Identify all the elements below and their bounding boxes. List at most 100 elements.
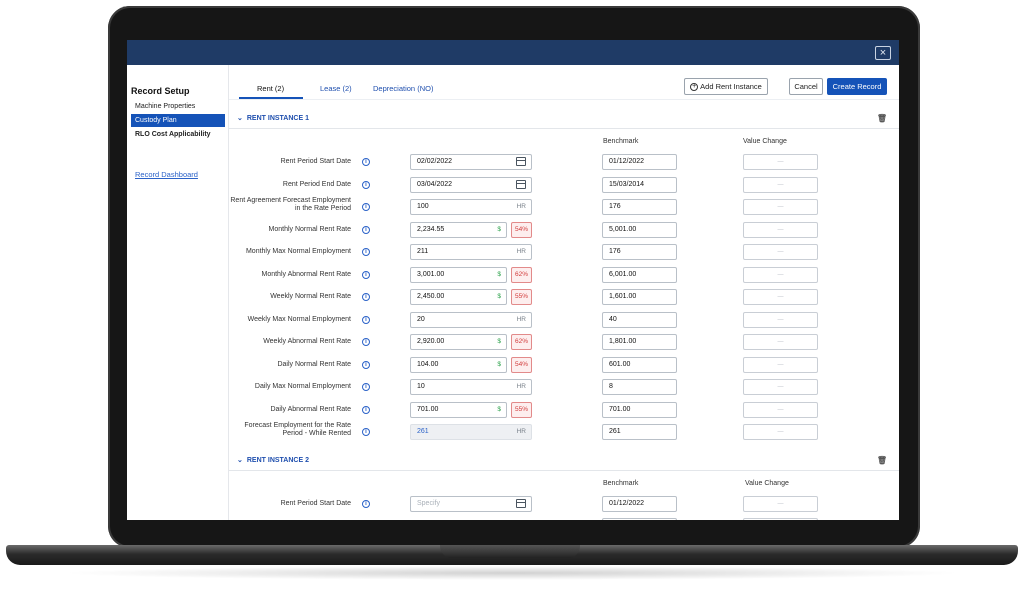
sidebar-item-custody-plan[interactable]: Custody Plan (131, 114, 225, 127)
field-label: Rent Period Start Date (280, 500, 351, 507)
rent-instance-1-header[interactable]: ⌄ RENT INSTANCE 1 🗑 (237, 114, 887, 126)
info-icon[interactable]: i (362, 383, 370, 391)
value-input[interactable]: 2,450.00 $ (410, 289, 507, 305)
value-change-field: — (743, 176, 818, 193)
value-input[interactable]: Specify (410, 496, 532, 512)
value-change-field: — (743, 244, 818, 260)
percent-badge: 62% (511, 334, 532, 350)
info-icon[interactable]: i (362, 180, 370, 189)
percent-badge: 62% (511, 266, 532, 283)
info-icon[interactable]: i (362, 315, 370, 324)
info-icon[interactable]: i (362, 405, 370, 414)
benchmark-field[interactable]: 176 (602, 244, 677, 260)
tab-depreciation[interactable]: Depreciation (NO) (373, 84, 433, 93)
app-screen: × Record Setup Machine Properties Custod… (127, 40, 899, 520)
info-icon[interactable]: i (362, 360, 370, 369)
value-change-field: — (743, 311, 818, 328)
info-icon[interactable]: i (362, 270, 370, 279)
top-bar: × (127, 40, 899, 65)
laptop-shadow (60, 566, 964, 580)
tab-lease[interactable]: Lease (2) (320, 84, 352, 93)
unit-label: HR (516, 248, 526, 255)
value-input[interactable]: 10 HR (410, 379, 532, 395)
close-icon: × (879, 47, 887, 59)
value-input[interactable]: 100 HR (410, 199, 532, 215)
create-record-button[interactable]: Create Record (827, 78, 887, 95)
value-input: 261 HR (410, 424, 532, 440)
calendar-icon[interactable] (516, 179, 526, 189)
benchmark-field[interactable]: 01/12/2022 (602, 496, 677, 512)
value-text: 02/02/2022 (417, 158, 453, 165)
info-icon[interactable]: i (362, 158, 370, 166)
value-change-field: — (743, 401, 818, 418)
value-text: 20 (417, 315, 425, 323)
value-text: 10 (417, 383, 425, 390)
field-label: Weekly Max Normal Employment (247, 315, 351, 323)
benchmark-field[interactable]: 176 (602, 199, 677, 215)
chevron-down-icon: ⌄ (237, 457, 243, 464)
value-input[interactable]: 2,234.55 $ (410, 221, 507, 238)
benchmark-field[interactable]: 1,601.00 (602, 289, 677, 305)
value-change-field: — (743, 424, 818, 440)
info-icon[interactable]: i (362, 225, 370, 234)
value-input[interactable]: 02/02/2022 (410, 154, 532, 170)
value-input[interactable]: 701.00 $ (410, 401, 507, 418)
value-change-column-header: Value Change (743, 138, 787, 145)
field-label: Weekly Abnormal Rent Rate (263, 338, 351, 345)
value-input[interactable]: 2,920.00 $ (410, 334, 507, 350)
value-input[interactable]: 104.00 $ (410, 356, 507, 373)
value-text: 211 (417, 248, 429, 255)
record-dashboard-link[interactable]: Record Dashboard (135, 170, 198, 179)
trash-icon[interactable]: 🗑 (877, 114, 887, 123)
benchmark-field[interactable]: 601.00 (602, 356, 677, 373)
benchmark-field[interactable]: 701.00 (602, 401, 677, 418)
benchmark-field[interactable]: 8 (602, 379, 677, 395)
value-text: 03/04/2022 (417, 180, 453, 188)
info-icon[interactable]: i (362, 428, 370, 436)
stage: × Record Setup Machine Properties Custod… (0, 0, 1024, 595)
info-icon[interactable]: i (362, 248, 370, 256)
info-icon[interactable]: i (362, 293, 370, 301)
rent-instance-2-header[interactable]: ⌄ RENT INSTANCE 2 🗑 (237, 456, 887, 468)
field-label: Monthly Max Normal Employment (245, 248, 351, 255)
trash-icon[interactable]: 🗑 (877, 456, 887, 465)
sidebar-title: Record Setup (131, 86, 190, 96)
dollar-icon: $ (497, 293, 501, 300)
value-input[interactable]: 20 HR (410, 311, 532, 328)
close-button[interactable]: × (875, 46, 891, 60)
value-change-field: — (743, 379, 818, 395)
benchmark-field[interactable]: 6,001.00 (602, 266, 677, 283)
sidebar-item-machine-properties[interactable]: Machine Properties (131, 100, 225, 113)
benchmark-field[interactable]: 1,801.00 (602, 334, 677, 350)
section-divider (229, 128, 899, 129)
benchmark-field[interactable]: 01/12/2022 (602, 154, 677, 170)
benchmark-field[interactable]: 40 (602, 311, 677, 328)
value-change-field: — (743, 221, 818, 238)
value-change-field-cut (743, 518, 818, 520)
calendar-icon[interactable] (516, 499, 526, 508)
section-divider (229, 470, 899, 471)
value-text: 261 (417, 428, 429, 435)
info-icon[interactable]: i (362, 338, 370, 346)
value-text: 2,450.00 (417, 293, 445, 300)
add-rent-instance-button[interactable]: + Add Rent Instance (684, 78, 768, 95)
value-input[interactable]: 03/04/2022 (410, 176, 532, 193)
benchmark-field[interactable]: 261 (602, 424, 677, 440)
value-change-field: — (743, 289, 818, 305)
value-change-field: — (743, 154, 818, 170)
value-input[interactable]: 211 HR (410, 244, 532, 260)
info-icon[interactable]: i (362, 500, 370, 508)
sidebar: Record Setup Machine Properties Custody … (127, 65, 229, 520)
laptop-notch (440, 545, 580, 558)
cancel-button[interactable]: Cancel (789, 78, 823, 95)
calendar-icon[interactable] (516, 157, 526, 166)
benchmark-field[interactable]: 15/03/2014 (602, 176, 677, 193)
benchmark-field[interactable]: 5,001.00 (602, 221, 677, 238)
tab-rent[interactable]: Rent (2) (257, 84, 284, 93)
value-input[interactable]: 3,001.00 $ (410, 266, 507, 283)
value-text: 2,920.00 (417, 338, 445, 345)
sidebar-item-rlo-cost[interactable]: RLO Cost Applicability (131, 128, 225, 141)
field-label: Monthly Abnormal Rent Rate (261, 270, 352, 278)
info-icon[interactable]: i (362, 203, 370, 211)
value-change-field: — (743, 199, 818, 215)
